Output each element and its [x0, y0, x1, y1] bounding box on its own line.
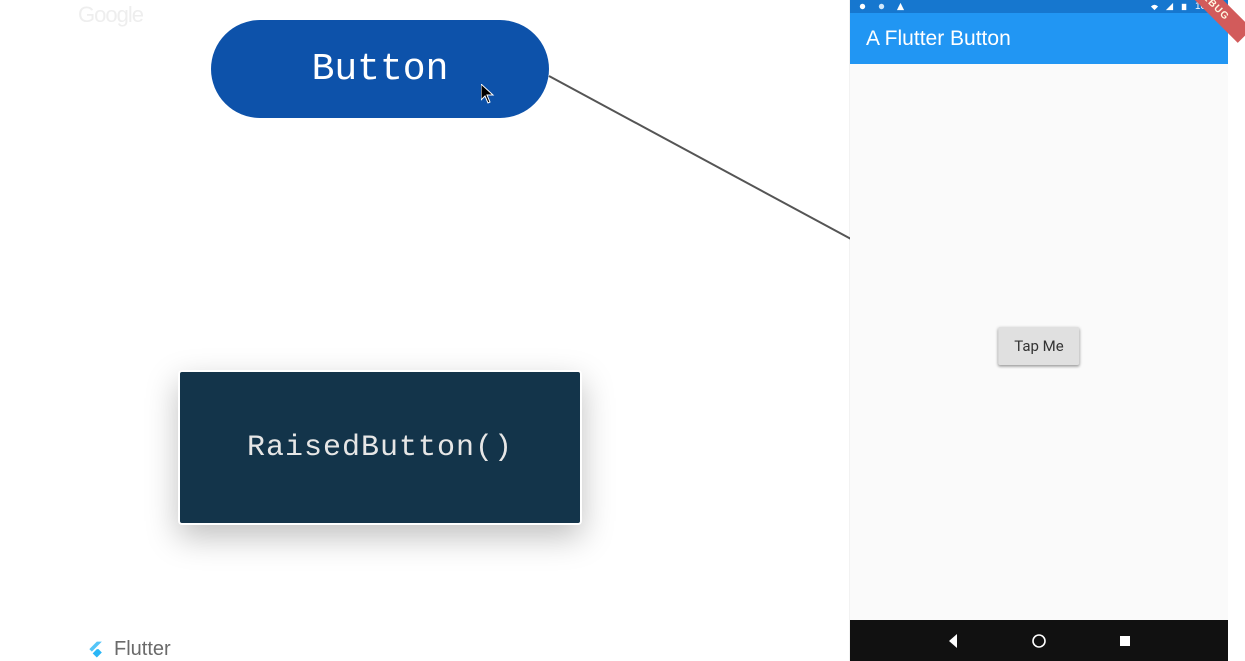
code-snippet: RaisedButton() — [178, 370, 582, 525]
status-icon-2 — [877, 2, 886, 11]
status-bar: 10:54 — [850, 0, 1228, 13]
status-icon-3 — [896, 2, 905, 11]
flutter-brand-text: Flutter — [114, 638, 171, 661]
status-left — [858, 2, 905, 11]
battery-icon — [1180, 2, 1189, 11]
demo-button-label: Button — [312, 48, 449, 91]
wifi-icon — [1150, 2, 1159, 11]
google-watermark-text: Google — [78, 2, 143, 27]
tap-me-button[interactable]: Tap Me — [998, 327, 1079, 365]
flutter-logo-icon — [86, 639, 106, 661]
tap-me-label: Tap Me — [1014, 337, 1063, 355]
nav-recent-icon[interactable] — [1116, 632, 1134, 650]
status-icon-1 — [858, 2, 867, 11]
flutter-brand: Flutter — [86, 638, 171, 661]
phone-body: Tap Me — [850, 64, 1228, 620]
phone-emulator: 10:54 DEBUG A Flutter Button Tap Me — [850, 0, 1228, 661]
nav-back-icon[interactable] — [944, 632, 962, 650]
app-title: A Flutter Button — [866, 27, 1011, 51]
signal-icon — [1165, 2, 1174, 11]
android-nav-bar — [850, 620, 1228, 661]
demo-button[interactable]: Button — [211, 20, 549, 118]
code-text: RaisedButton() — [247, 431, 513, 465]
app-bar: A Flutter Button — [850, 13, 1228, 64]
google-watermark: Google — [78, 2, 143, 28]
nav-home-icon[interactable] — [1030, 632, 1048, 650]
